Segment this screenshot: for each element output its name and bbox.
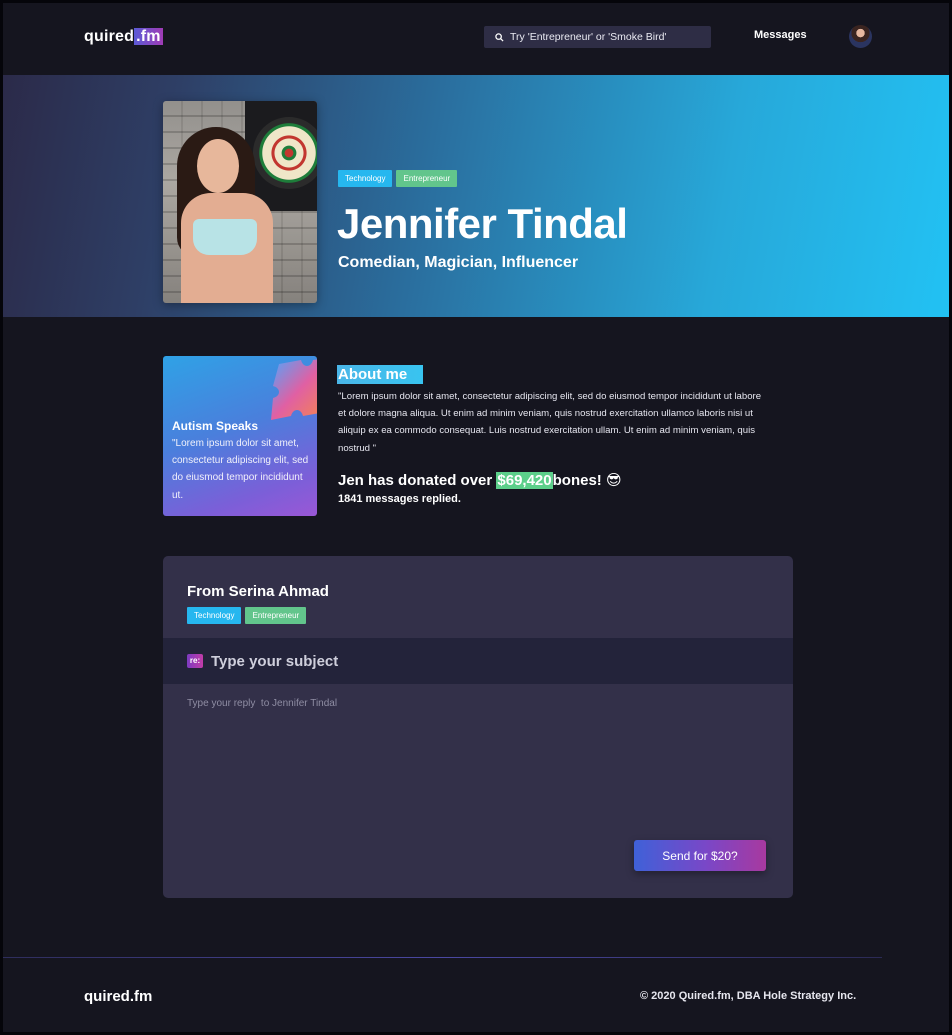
profile-subtitle: Comedian, Magician, Influencer (338, 254, 579, 271)
subject-input[interactable] (211, 651, 771, 671)
donation-suffix: bones! (552, 472, 602, 489)
composer-tags: Technology Entrepreneur (187, 607, 307, 624)
composer-sender: From Serina Ahmad (187, 583, 329, 600)
logo[interactable]: quired .fm (84, 28, 163, 46)
charity-description: "Lorem ipsum dolor sit amet, consectetur… (172, 438, 309, 501)
top-navbar: quired .fm Try 'Entrepreneur' or 'Smoke B… (0, 0, 952, 75)
footer-divider (3, 957, 882, 958)
profile-hero (3, 75, 952, 317)
footer-logo[interactable]: quired.fm (84, 988, 152, 1005)
tag-technology[interactable]: Technology (338, 170, 393, 187)
user-avatar[interactable] (849, 25, 872, 48)
tag-entrepreneur[interactable]: Entrepreneur (245, 607, 307, 624)
profile-name: Jennifer Tindal (337, 200, 628, 247)
nav-messages-link[interactable]: Messages (754, 29, 807, 41)
search-bar[interactable]: Try 'Entrepreneur' or 'Smoke Bird' (484, 26, 711, 48)
charity-card[interactable]: Autism Speaks "Lorem ipsum dolor sit ame… (163, 356, 317, 516)
footer-copyright: © 2020 Quired.fm, DBA Hole Strategy Inc. (640, 990, 857, 1002)
tag-entrepreneur[interactable]: Entrepreneur (396, 170, 458, 187)
re-badge: re: (187, 654, 203, 668)
reply-textarea[interactable] (187, 698, 767, 818)
logo-text: quired (84, 28, 135, 45)
logo-highlight: .fm (134, 28, 163, 45)
donation-statement: Jen has donated over $69,420bones! 😎 (338, 471, 622, 489)
sunglasses-emoji-icon: 😎 (605, 472, 622, 489)
profile-tags: Technology Entrepreneur (338, 170, 458, 187)
about-heading: About me (337, 365, 424, 384)
search-icon (490, 32, 508, 42)
profile-photo (163, 101, 317, 303)
subject-bar: re: (163, 638, 793, 684)
puzzle-piece-icon (271, 359, 317, 420)
search-input[interactable]: Try 'Entrepreneur' or 'Smoke Bird' (510, 31, 666, 43)
send-button[interactable]: Send for $20? (634, 840, 766, 871)
about-text: "Lorem ipsum dolor sit amet, consectetur… (338, 391, 762, 454)
donation-amount: $69,420 (496, 472, 553, 489)
tag-technology[interactable]: Technology (187, 607, 242, 624)
message-composer: From Serina Ahmad Technology Entrepreneu… (163, 556, 793, 898)
charity-title: Autism Speaks (172, 419, 259, 433)
messages-replied-count: 1841 messages replied. (338, 493, 461, 505)
dartboard-image (253, 117, 317, 189)
donation-prefix: Jen has donated over (338, 472, 493, 489)
